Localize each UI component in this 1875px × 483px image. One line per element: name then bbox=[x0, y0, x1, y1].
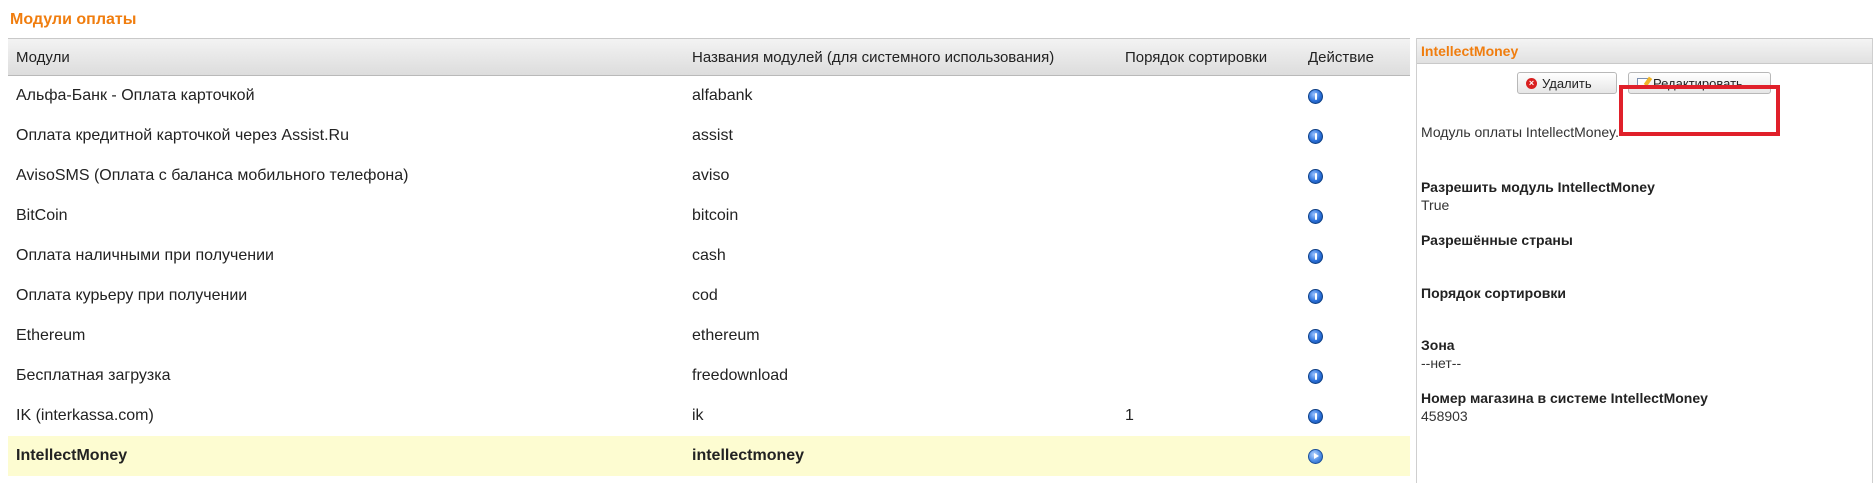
module-code-cell: alfabank bbox=[692, 87, 753, 104]
field-label-allowed-countries: Разрешённые страны bbox=[1421, 232, 1573, 248]
module-code-cell: ethereum bbox=[692, 327, 760, 344]
module-name-cell: Альфа-Банк - Оплата карточкой bbox=[16, 87, 255, 104]
info-icon[interactable] bbox=[1308, 329, 1323, 345]
sort-order-cell bbox=[1117, 236, 1300, 276]
sort-order-cell: 1 bbox=[1125, 407, 1134, 424]
field-value-zone: --нет-- bbox=[1421, 355, 1462, 371]
info-icon[interactable] bbox=[1308, 369, 1323, 385]
info-icon[interactable] bbox=[1308, 169, 1323, 185]
column-header-sort-order[interactable]: Порядок сортировки bbox=[1117, 38, 1300, 76]
table-row[interactable]: BitCoin bitcoin bbox=[8, 196, 1410, 236]
table-row[interactable]: AvisoSMS (Оплата с баланса мобильного те… bbox=[8, 156, 1410, 196]
module-code-cell: freedownload bbox=[692, 367, 789, 384]
module-code-cell: aviso bbox=[692, 167, 730, 184]
sort-order-cell bbox=[1117, 356, 1300, 396]
module-code-cell: intellectmoney bbox=[684, 436, 1117, 476]
sort-order-cell bbox=[1117, 76, 1300, 117]
module-code-cell: ik bbox=[692, 407, 704, 424]
module-name-cell: BitCoin bbox=[16, 207, 68, 224]
info-icon[interactable] bbox=[1308, 249, 1323, 265]
action-cell bbox=[1300, 236, 1410, 276]
sort-order-cell bbox=[1117, 316, 1300, 356]
payment-modules-table: Модули Названия модулей (для системного … bbox=[8, 38, 1410, 476]
action-cell bbox=[1300, 436, 1410, 476]
info-icon[interactable] bbox=[1308, 209, 1323, 225]
module-name-cell: Оплата наличными при получении bbox=[16, 247, 274, 264]
column-header-system-names[interactable]: Названия модулей (для системного использ… bbox=[684, 38, 1117, 76]
table-row-selected[interactable]: IntellectMoney intellectmoney bbox=[8, 436, 1410, 476]
page-title: Модули оплаты bbox=[10, 11, 137, 28]
module-name-cell: AvisoSMS (Оплата с баланса мобильного те… bbox=[16, 167, 409, 184]
action-cell bbox=[1300, 276, 1410, 316]
module-code-cell: cash bbox=[692, 247, 726, 264]
delete-button[interactable]: × Удалить bbox=[1517, 72, 1617, 94]
field-value-enable-module: True bbox=[1421, 197, 1450, 213]
edit-button-highlight bbox=[1619, 85, 1780, 136]
info-icon[interactable] bbox=[1308, 129, 1323, 145]
module-name-cell: Ethereum bbox=[16, 327, 86, 344]
column-header-modules[interactable]: Модули bbox=[8, 38, 684, 76]
sort-order-cell bbox=[1117, 156, 1300, 196]
module-code-cell: cod bbox=[692, 287, 718, 304]
table-row[interactable]: Оплата кредитной карточкой через Assist.… bbox=[8, 116, 1410, 156]
info-icon[interactable] bbox=[1308, 409, 1323, 425]
arrow-right-icon[interactable] bbox=[1308, 449, 1323, 465]
module-code-cell: bitcoin bbox=[692, 207, 739, 224]
action-cell bbox=[1300, 156, 1410, 196]
table-row[interactable]: Ethereum ethereum bbox=[8, 316, 1410, 356]
sort-order-cell bbox=[1117, 276, 1300, 316]
field-label-enable-module: Разрешить модуль IntellectMoney bbox=[1421, 179, 1655, 195]
module-code-cell: assist bbox=[692, 127, 733, 144]
module-name-cell: Оплата курьеру при получении bbox=[16, 287, 248, 304]
field-value-shop-number: 458903 bbox=[1421, 408, 1468, 424]
field-label-sort-order: Порядок сортировки bbox=[1421, 285, 1566, 301]
table-row[interactable]: Оплата курьеру при получении cod bbox=[8, 276, 1410, 316]
field-label-zone: Зона bbox=[1421, 337, 1455, 353]
action-cell bbox=[1300, 196, 1410, 236]
delete-icon: × bbox=[1526, 78, 1537, 89]
module-name-cell: IntellectMoney bbox=[8, 436, 684, 476]
module-name-cell: Бесплатная загрузка bbox=[16, 367, 171, 384]
info-icon[interactable] bbox=[1308, 89, 1323, 105]
panel-button-row: × Удалить Редактировать bbox=[1417, 68, 1872, 136]
table-row[interactable]: Оплата наличными при получении cash bbox=[8, 236, 1410, 276]
module-name-cell: Оплата кредитной карточкой через Assist.… bbox=[16, 127, 349, 144]
panel-title: IntellectMoney bbox=[1417, 38, 1872, 64]
module-name-cell: IK (interkassa.com) bbox=[16, 407, 154, 424]
delete-button-label: Удалить bbox=[1542, 76, 1592, 91]
action-cell bbox=[1300, 116, 1410, 156]
sort-order-cell bbox=[1117, 196, 1300, 236]
module-description: Модуль оплаты IntellectMoney. bbox=[1421, 124, 1620, 140]
action-cell bbox=[1300, 316, 1410, 356]
table-row[interactable]: Бесплатная загрузка freedownload bbox=[8, 356, 1410, 396]
sort-order-cell bbox=[1117, 436, 1300, 476]
module-info-panel: IntellectMoney × Удалить Редактировать М… bbox=[1416, 38, 1873, 483]
table-row[interactable]: IK (interkassa.com) ik 1 bbox=[8, 396, 1410, 436]
table-row[interactable]: Альфа-Банк - Оплата карточкой alfabank bbox=[8, 76, 1410, 117]
column-header-action: Действие bbox=[1300, 38, 1410, 76]
action-cell bbox=[1300, 356, 1410, 396]
info-icon[interactable] bbox=[1308, 289, 1323, 305]
field-label-shop-number: Номер магазина в системе IntellectMoney bbox=[1421, 390, 1708, 406]
sort-order-cell bbox=[1117, 116, 1300, 156]
action-cell bbox=[1300, 76, 1410, 117]
action-cell bbox=[1300, 396, 1410, 436]
table-header-row: Модули Названия модулей (для системного … bbox=[8, 38, 1410, 76]
